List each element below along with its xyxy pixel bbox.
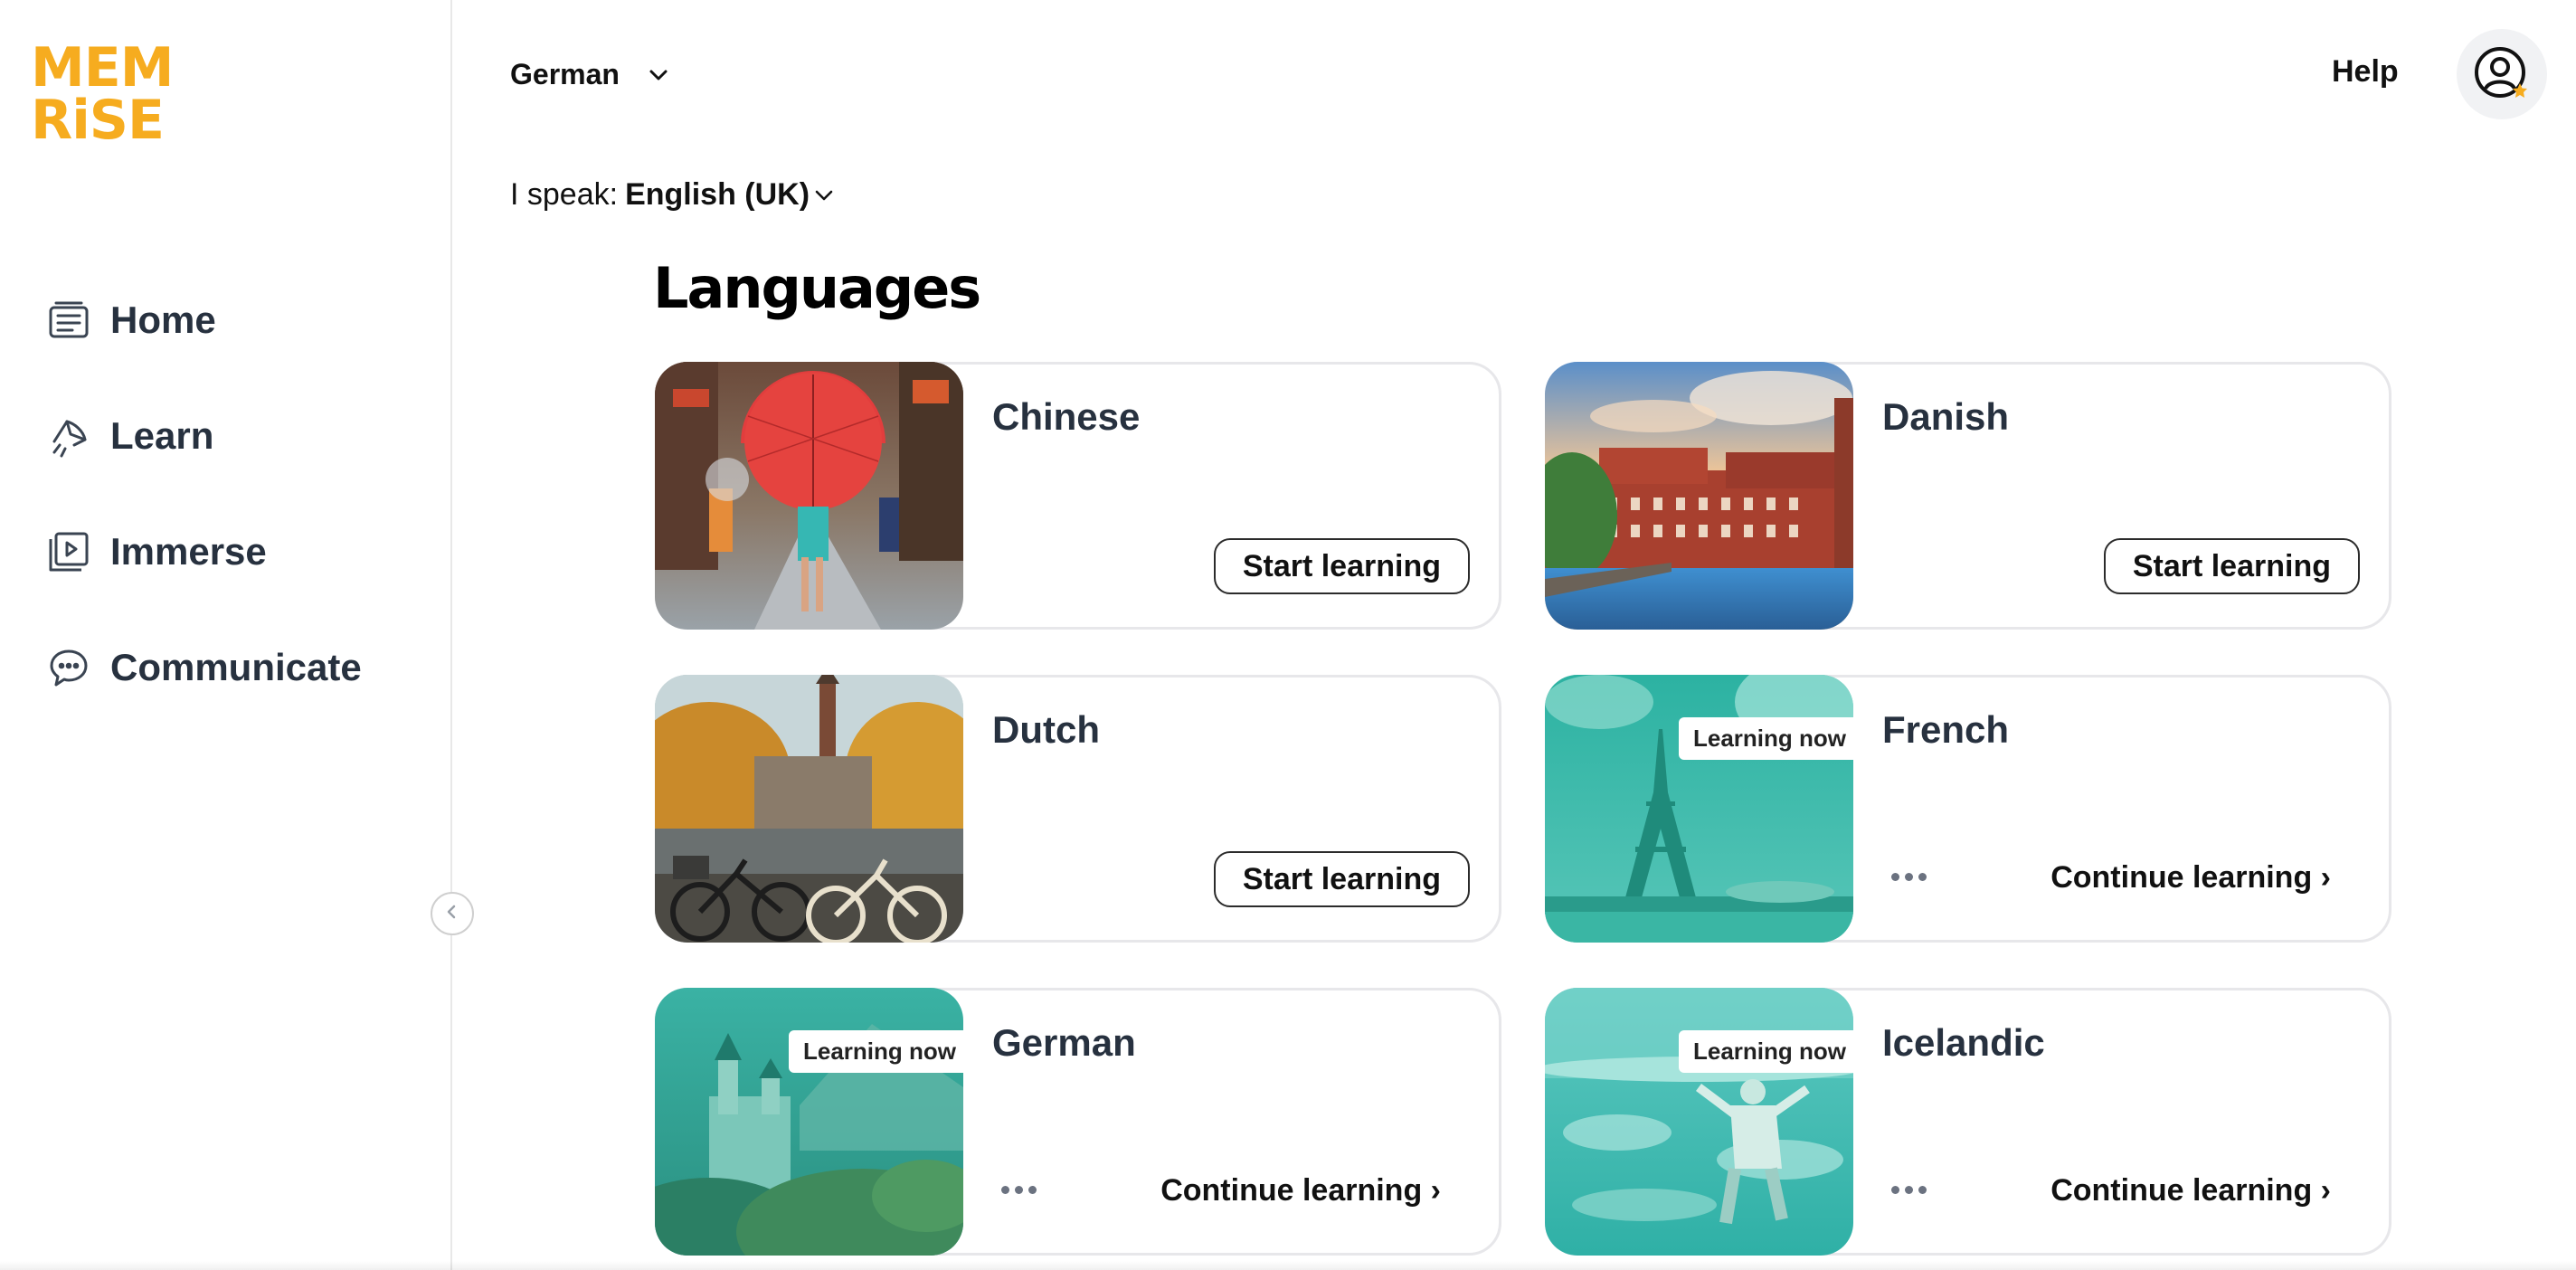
language-name: Dutch [992, 708, 1100, 751]
sidebar-item-label: Immerse [110, 530, 267, 573]
logo-line-2: RiSE [31, 89, 165, 152]
copenhagen-canal-image [1545, 362, 1853, 630]
sidebar-item-home[interactable]: Home [45, 262, 362, 378]
language-name: German [992, 1021, 1136, 1064]
language-card-danish[interactable]: Danish Start learning [1545, 362, 2391, 630]
sidebar: MEM RiSE Home Learn Immerse Communicate [0, 0, 452, 1270]
language-card-german[interactable]: Learning now German Continue learning › [655, 988, 1501, 1256]
chinese-street-image [655, 362, 963, 630]
page-title: Languages [653, 255, 981, 321]
language-card-french[interactable]: Learning now French Continue learning › [1545, 675, 2391, 943]
i-speak-label: I speak: [510, 177, 619, 212]
language-name: Danish [1882, 395, 2010, 438]
i-speak-row: I speak: English (UK) [510, 177, 835, 213]
immerse-icon [45, 528, 92, 575]
memrise-logo[interactable]: MEM RiSE [31, 36, 174, 152]
language-name: Icelandic [1882, 1021, 2045, 1064]
chevron-left-icon [443, 903, 461, 925]
amsterdam-bikes-image [655, 675, 963, 943]
language-name: French [1882, 708, 2010, 751]
user-avatar-button[interactable] [2457, 29, 2547, 119]
sidebar-item-immerse[interactable]: Immerse [45, 494, 362, 610]
chevron-down-icon [647, 63, 670, 87]
sidebar-item-learn[interactable]: Learn [45, 378, 362, 494]
language-card-icelandic[interactable]: Learning now Icelandic Continue learning… [1545, 988, 2391, 1256]
collapse-sidebar-button[interactable] [431, 892, 474, 935]
learn-icon [45, 412, 92, 460]
language-grid: Chinese Start learning Danish Start lear… [655, 362, 2391, 1256]
sidebar-nav: Home Learn Immerse Communicate [45, 262, 362, 725]
selected-language: German [510, 58, 620, 90]
home-icon [45, 297, 92, 344]
learning-now-badge: Learning now [1679, 1030, 1861, 1073]
continue-learning-link[interactable]: Continue learning › [1160, 1173, 1441, 1208]
neuschwanstein-castle-image [655, 988, 963, 1256]
user-avatar-icon [2473, 45, 2531, 103]
bottom-scroll-shadow [0, 1261, 2576, 1270]
source-language-value[interactable]: English (UK) [625, 177, 810, 213]
start-learning-button[interactable]: Start learning [1213, 538, 1470, 594]
sidebar-item-label: Home [110, 299, 216, 341]
continue-learning-link[interactable]: Continue learning › [2050, 860, 2331, 896]
communicate-icon [45, 644, 92, 691]
language-card-dutch[interactable]: Dutch Start learning [655, 675, 1501, 943]
start-learning-button[interactable]: Start learning [2103, 538, 2360, 594]
more-options-icon[interactable] [1001, 1186, 1037, 1194]
continue-learning-link[interactable]: Continue learning › [2050, 1173, 2331, 1208]
help-link[interactable]: Help [2332, 54, 2399, 90]
more-options-icon[interactable] [1891, 873, 1927, 881]
more-options-icon[interactable] [1891, 1186, 1927, 1194]
logo-line-1: MEM [31, 36, 174, 100]
language-selector[interactable]: German [510, 58, 670, 91]
sidebar-item-communicate[interactable]: Communicate [45, 610, 362, 725]
sidebar-item-label: Learn [110, 414, 214, 457]
start-learning-button[interactable]: Start learning [1213, 851, 1470, 907]
sidebar-item-label: Communicate [110, 646, 362, 688]
learning-now-badge: Learning now [1679, 717, 1861, 760]
chevron-down-icon[interactable] [813, 185, 835, 206]
language-card-chinese[interactable]: Chinese Start learning [655, 362, 1501, 630]
paris-eiffel-image [1545, 675, 1853, 943]
language-name: Chinese [992, 395, 1141, 438]
iceland-lagoon-image [1545, 988, 1853, 1256]
learning-now-badge: Learning now [789, 1030, 971, 1073]
